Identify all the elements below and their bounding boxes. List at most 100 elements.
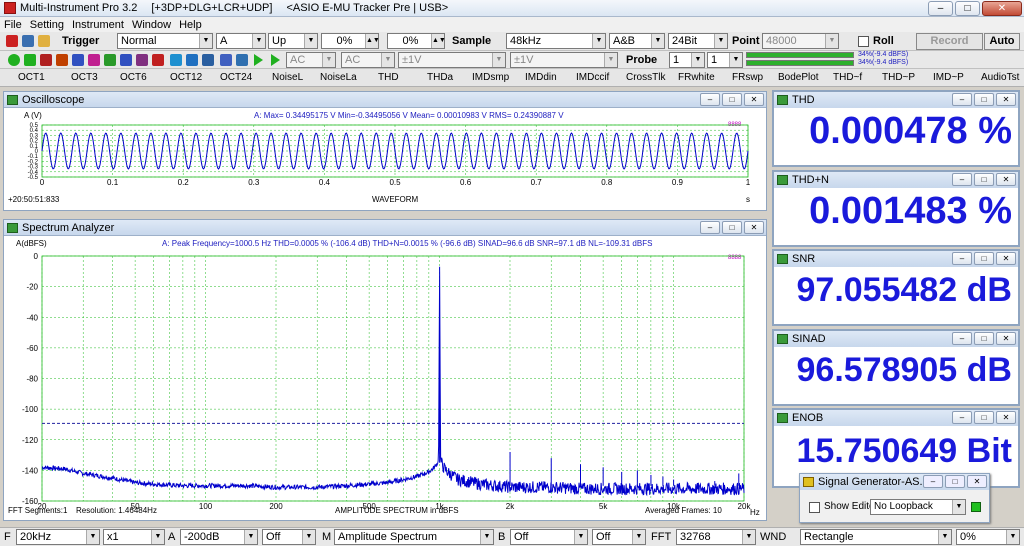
trigger-mode-select[interactable]: Normal ▼ — [117, 33, 213, 49]
menu-help[interactable]: Help — [179, 19, 202, 31]
menu-file[interactable]: File — [4, 19, 22, 31]
spectrum-mode-select[interactable]: Amplitude Spectrum ▼ — [334, 529, 494, 545]
zoom-select[interactable]: x1 ▼ — [103, 529, 165, 545]
close-button[interactable]: ✕ — [744, 93, 764, 106]
restore-button[interactable]: □ — [974, 411, 994, 424]
probe-b-select[interactable]: 1 ▼ — [707, 52, 743, 68]
off-select-1[interactable]: Off ▼ — [262, 529, 316, 545]
tab-thd-f[interactable]: THD~f — [833, 71, 862, 85]
open-icon[interactable] — [38, 35, 50, 47]
measure-icon[interactable] — [136, 54, 148, 66]
off-select-2[interactable]: Off ▼ — [510, 529, 588, 545]
tab-oct6[interactable]: OCT6 — [120, 71, 147, 85]
trigger-level-input[interactable]: 0% ▲▼ — [321, 33, 380, 49]
restore-button[interactable]: □ — [722, 221, 742, 234]
tab-noisela[interactable]: NoiseLa — [320, 71, 357, 85]
tab-frswp[interactable]: FRswp — [732, 71, 763, 85]
menu-setting[interactable]: Setting — [30, 19, 64, 31]
probe-a-select[interactable]: 1 ▼ — [669, 52, 705, 68]
minimize-button[interactable]: – — [700, 93, 720, 106]
tab-oct24[interactable]: OCT24 — [220, 71, 252, 85]
tab-thd[interactable]: THD — [378, 71, 399, 85]
tab-bodeplot[interactable]: BodePlot — [778, 71, 819, 85]
save-icon[interactable] — [22, 35, 34, 47]
channels-select[interactable]: A&B ▼ — [609, 33, 665, 49]
close-button[interactable]: ✕ — [996, 332, 1016, 345]
tab-imddin[interactable]: IMDdin — [525, 71, 557, 85]
signal-icon[interactable] — [88, 54, 100, 66]
point-select[interactable]: 48000 ▼ — [762, 33, 839, 49]
probe-icon[interactable] — [170, 54, 182, 66]
tab-imd-p[interactable]: IMD~P — [933, 71, 964, 85]
menu-window[interactable]: Window — [132, 19, 171, 31]
filter-icon[interactable] — [202, 54, 214, 66]
tab-imdsmp[interactable]: IMDsmp — [472, 71, 509, 85]
minimize-button[interactable]: – — [952, 332, 972, 345]
speaker-icon[interactable] — [220, 54, 232, 66]
menu-instrument[interactable]: Instrument — [72, 19, 124, 31]
minimize-button[interactable]: – — [952, 252, 972, 265]
spin-icon[interactable]: ▲▼ — [431, 34, 446, 48]
play-icon[interactable] — [254, 54, 263, 66]
range-a-select[interactable]: ±1V ▼ — [398, 52, 506, 68]
roll-checkbox[interactable] — [858, 36, 869, 47]
run-icon[interactable] — [24, 54, 36, 66]
minimize-button[interactable]: – — [923, 475, 943, 488]
minimize-button[interactable]: – — [700, 221, 720, 234]
generator-status-icon[interactable] — [971, 502, 981, 512]
power-icon[interactable] — [6, 35, 18, 47]
restore-button[interactable]: □ — [974, 252, 994, 265]
off-select-3[interactable]: Off ▼ — [592, 529, 646, 545]
close-button[interactable]: ✕ — [996, 173, 1016, 186]
coupling-a-select[interactable]: AC ▼ — [286, 52, 336, 68]
close-button[interactable]: ✕ — [982, 1, 1022, 16]
spectrum-icon[interactable] — [104, 54, 116, 66]
maximize-button[interactable]: □ — [955, 1, 980, 16]
minimize-button[interactable]: – — [952, 173, 972, 186]
spectrum-plot[interactable]: A(dBFS) A: Peak Frequency=1000.5 Hz THD=… — [4, 237, 766, 521]
restore-button[interactable]: □ — [722, 93, 742, 106]
minimize-button[interactable]: – — [952, 93, 972, 106]
close-button[interactable]: ✕ — [996, 252, 1016, 265]
oscilloscope-plot[interactable]: A (V) A: Max= 0.34495175 V Min=-0.344950… — [4, 109, 766, 211]
tab-audiotst[interactable]: AudioTst — [981, 71, 1019, 85]
minimize-button[interactable]: – — [928, 1, 953, 16]
tab-oct3[interactable]: OCT3 — [71, 71, 98, 85]
range-b-select[interactable]: ±1V ▼ — [510, 52, 618, 68]
restore-button[interactable]: □ — [974, 332, 994, 345]
frequency-range-select[interactable]: 20kHz ▼ — [16, 529, 100, 545]
restore-button[interactable]: □ — [974, 173, 994, 186]
window-function-select[interactable]: Rectangle ▼ — [800, 529, 952, 545]
calibrate-icon[interactable] — [186, 54, 198, 66]
bit-depth-select[interactable]: 24Bit ▼ — [668, 33, 728, 49]
pretrigger-input[interactable]: 0% ▲▼ — [387, 33, 446, 49]
stop-icon[interactable] — [40, 54, 52, 66]
record-button[interactable]: Record — [916, 33, 983, 50]
start-icon[interactable] — [8, 54, 20, 66]
tab-thda[interactable]: THDa — [427, 71, 453, 85]
tab-thd-p[interactable]: THD~P — [882, 71, 915, 85]
minimize-button[interactable]: – — [952, 411, 972, 424]
sample-rate-select[interactable]: 48kHz ▼ — [506, 33, 606, 49]
tab-noisel[interactable]: NoiseL — [272, 71, 303, 85]
fft-size-select[interactable]: 32768 ▼ — [676, 529, 756, 545]
close-button[interactable]: ✕ — [996, 411, 1016, 424]
amplitude-range-select[interactable]: -200dB ▼ — [180, 529, 258, 545]
waveform-icon[interactable] — [120, 54, 132, 66]
sound-icon[interactable] — [236, 54, 248, 66]
tab-imdccif[interactable]: IMDccif — [576, 71, 609, 85]
tab-oct1[interactable]: OCT1 — [18, 71, 45, 85]
close-button[interactable]: ✕ — [744, 221, 764, 234]
record-icon[interactable] — [152, 54, 164, 66]
pattern-icon[interactable] — [56, 54, 68, 66]
overlap-select[interactable]: 0% ▼ — [956, 529, 1020, 545]
spin-icon[interactable]: ▲▼ — [365, 34, 380, 48]
trigger-edge-select[interactable]: Up ▼ — [268, 33, 318, 49]
loopback-select[interactable]: No Loopback ▼ — [870, 499, 966, 515]
play-b-icon[interactable] — [271, 54, 280, 66]
close-button[interactable]: ✕ — [967, 475, 987, 488]
show-editor-checkbox[interactable] — [809, 502, 820, 513]
tab-oct12[interactable]: OCT12 — [170, 71, 202, 85]
coupling-b-select[interactable]: AC ▼ — [341, 52, 395, 68]
grid-icon[interactable] — [72, 54, 84, 66]
